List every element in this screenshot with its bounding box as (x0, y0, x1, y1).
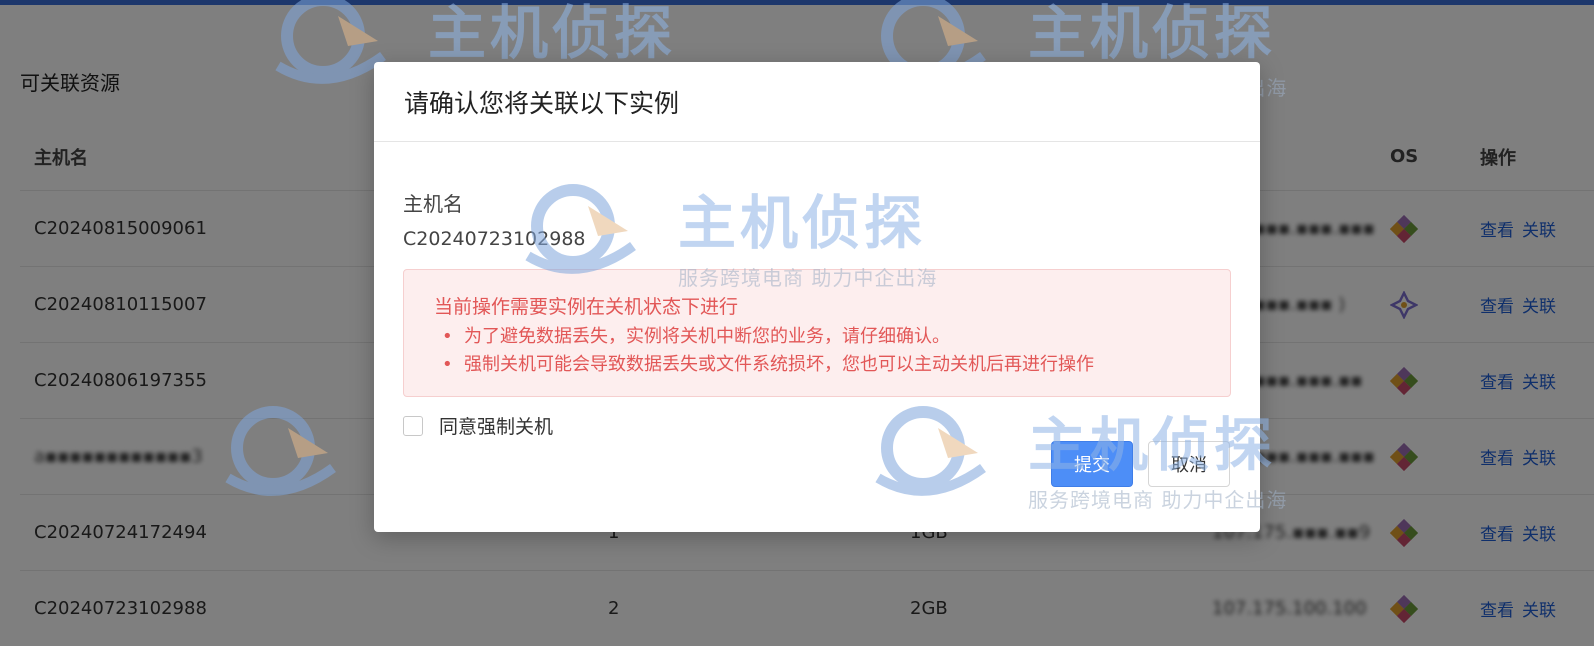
modal-title: 请确认您将关联以下实例 (404, 88, 680, 118)
submit-button[interactable]: 提交 (1051, 441, 1133, 487)
host-value: C20240723102988 (403, 228, 586, 250)
cancel-button[interactable]: 取消 (1148, 441, 1230, 487)
host-label: 主机名 (403, 192, 463, 216)
alert-item: 强制关机可能会导致数据丢失或文件系统损坏，您也可以主动关机后再进行操作 (434, 351, 1230, 379)
force-shutdown-label[interactable]: 同意强制关机 (439, 412, 553, 439)
modal-header: 请确认您将关联以下实例 (374, 62, 1260, 142)
alert-item: 为了避免数据丢失，实例将关机中断您的业务，请仔细确认。 (434, 323, 1230, 351)
alert-list: 为了避免数据丢失，实例将关机中断您的业务，请仔细确认。 强制关机可能会导致数据丢… (434, 323, 1230, 379)
confirm-modal: 请确认您将关联以下实例 主机名 C20240723102988 当前操作需要实例… (374, 62, 1260, 532)
force-shutdown-checkbox[interactable] (403, 415, 423, 436)
warning-alert: 当前操作需要实例在关机状态下进行 为了避免数据丢失，实例将关机中断您的业务，请仔… (403, 269, 1231, 397)
force-shutdown-row: 同意强制关机 (403, 412, 553, 439)
alert-title: 当前操作需要实例在关机状态下进行 (434, 296, 739, 318)
